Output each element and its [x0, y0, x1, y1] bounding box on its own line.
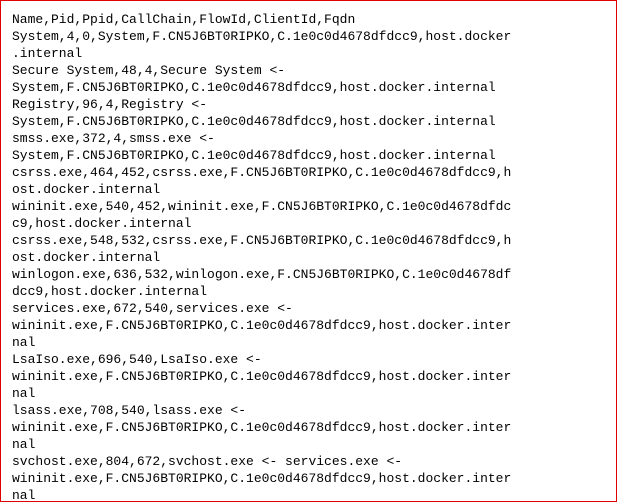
text-line: wininit.exe,F.CN5J6BT0RIPKO,C.1e0c0d4678…: [12, 369, 512, 384]
text-line: dcc9,host.docker.internal: [12, 284, 208, 299]
text-line: Name,Pid,Ppid,CallChain,FlowId,ClientId,…: [12, 12, 356, 27]
text-line: System,F.CN5J6BT0RIPKO,C.1e0c0d4678dfdcc…: [12, 148, 496, 163]
text-line: nal: [12, 437, 36, 452]
text-line: LsaIso.exe,696,540,LsaIso.exe <-: [12, 352, 262, 367]
text-line: nal: [12, 335, 36, 350]
text-line: ost.docker.internal: [12, 250, 161, 265]
text-line: System,F.CN5J6BT0RIPKO,C.1e0c0d4678dfdcc…: [12, 80, 496, 95]
text-line: System,4,0,System,F.CN5J6BT0RIPKO,C.1e0c…: [12, 29, 512, 44]
text-line: wininit.exe,F.CN5J6BT0RIPKO,C.1e0c0d4678…: [12, 318, 512, 333]
text-line: Secure System,48,4,Secure System <-: [12, 63, 286, 78]
text-line: svchost.exe,804,672,svchost.exe <- servi…: [12, 454, 403, 469]
text-line: .internal: [12, 46, 83, 61]
text-line: System,F.CN5J6BT0RIPKO,C.1e0c0d4678dfdcc…: [12, 114, 496, 129]
text-line: wininit.exe,F.CN5J6BT0RIPKO,C.1e0c0d4678…: [12, 420, 512, 435]
text-line: services.exe,672,540,services.exe <-: [12, 301, 293, 316]
text-line: wininit.exe,F.CN5J6BT0RIPKO,C.1e0c0d4678…: [12, 471, 512, 486]
text-line: winlogon.exe,636,532,winlogon.exe,F.CN5J…: [12, 267, 512, 282]
output-frame: Name,Pid,Ppid,CallChain,FlowId,ClientId,…: [0, 0, 617, 502]
text-line: smss.exe,372,4,smss.exe <-: [12, 131, 215, 146]
csv-output-text: Name,Pid,Ppid,CallChain,FlowId,ClientId,…: [12, 11, 612, 502]
text-line: csrss.exe,464,452,csrss.exe,F.CN5J6BT0RI…: [12, 165, 512, 180]
text-line: csrss.exe,548,532,csrss.exe,F.CN5J6BT0RI…: [12, 233, 512, 248]
text-line: lsass.exe,708,540,lsass.exe <-: [12, 403, 247, 418]
text-line: nal: [12, 386, 36, 401]
text-line: ost.docker.internal: [12, 182, 161, 197]
text-line: wininit.exe,540,452,wininit.exe,F.CN5J6B…: [12, 199, 512, 214]
text-line: nal: [12, 488, 36, 502]
text-line: Registry,96,4,Registry <-: [12, 97, 208, 112]
text-line: c9,host.docker.internal: [12, 216, 192, 231]
